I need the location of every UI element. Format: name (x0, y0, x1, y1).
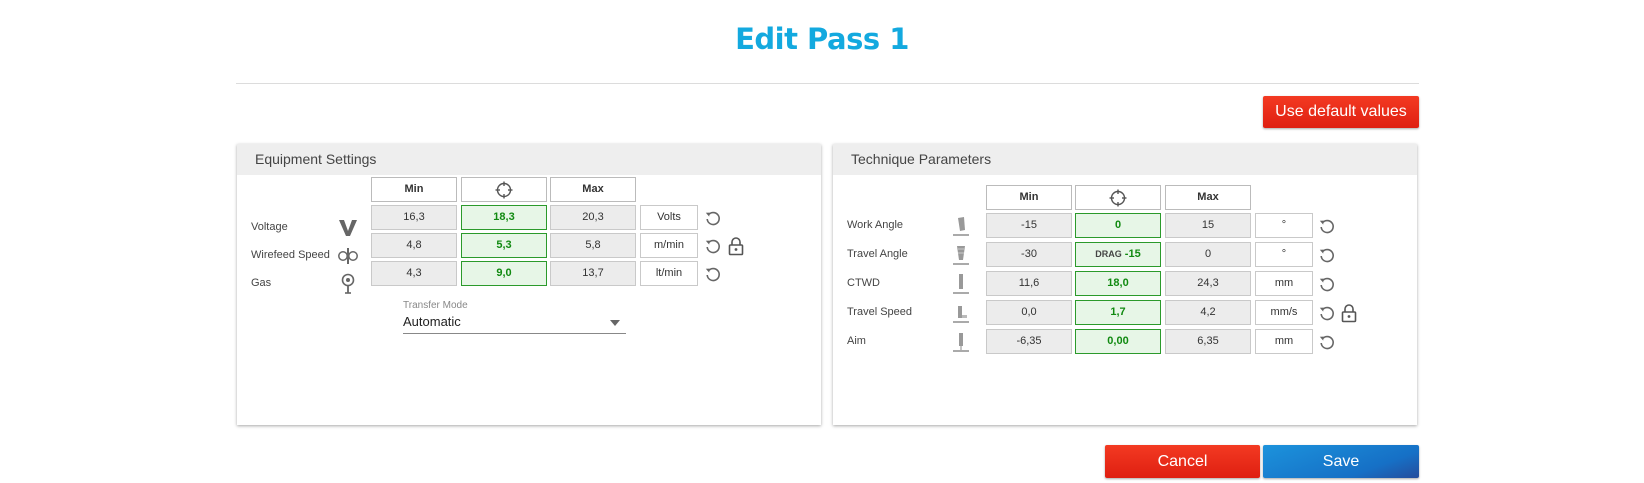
row-label: Work Angle (847, 219, 904, 231)
travel-angle-min-value[interactable]: -30 (986, 242, 1072, 267)
gas-target-value[interactable]: 9,0 (461, 261, 547, 286)
target-prefix: DRAG (1095, 249, 1122, 259)
work-angle-target-value[interactable]: 0 (1075, 213, 1161, 238)
row-label: Travel Speed (847, 306, 913, 318)
target-number: -15 (1124, 248, 1141, 260)
wirefeed-min-value[interactable]: 4,8 (371, 233, 457, 258)
travel-speed-unit: mm/s (1255, 300, 1313, 325)
equipment-col-target-header (461, 177, 547, 202)
save-button[interactable]: Save (1263, 445, 1419, 478)
work-angle-min-value[interactable]: -15 (986, 213, 1072, 238)
gas-max-value[interactable]: 13,7 (550, 261, 636, 286)
reset-icon[interactable] (703, 233, 723, 258)
page-title: Edit Pass 1 (735, 22, 909, 56)
reset-icon[interactable] (1317, 242, 1337, 267)
travel-angle-icon (950, 242, 972, 267)
technique-parameters-panel: Technique Parameters Min Max Work Angle … (833, 144, 1417, 425)
travel-speed-target-value[interactable]: 1,7 (1075, 300, 1161, 325)
aim-min-value[interactable]: -6,35 (986, 329, 1072, 354)
ctwd-max-value[interactable]: 24,3 (1165, 271, 1251, 296)
wirefeed-unit: m/min (640, 233, 698, 258)
travel-angle-target-value[interactable]: DRAG -15 (1075, 242, 1161, 267)
voltage-icon (337, 215, 359, 240)
technique-col-target-header (1075, 185, 1161, 210)
gas-min-value[interactable]: 4,3 (371, 261, 457, 286)
travel-speed-icon (950, 300, 972, 325)
reset-icon[interactable] (703, 261, 723, 286)
use-default-values-button[interactable]: Use default values (1263, 96, 1419, 128)
voltage-target-value[interactable]: 18,3 (461, 205, 547, 230)
reset-icon[interactable] (1317, 213, 1337, 238)
work-angle-unit: ° (1255, 213, 1313, 238)
title-divider (236, 83, 1419, 84)
technique-col-max-header: Max (1165, 185, 1251, 210)
target-number: 18,0 (1107, 277, 1129, 289)
gas-unit: lt/min (640, 261, 698, 286)
aim-target-value[interactable]: 0,00 (1075, 329, 1161, 354)
technique-parameters-header: Technique Parameters (833, 144, 1417, 175)
travel-angle-max-value[interactable]: 0 (1165, 242, 1251, 267)
equipment-settings-panel: Equipment Settings Min Max Voltage 16,3 … (237, 144, 821, 425)
work-angle-icon (950, 213, 972, 238)
target-number: 1,7 (1110, 306, 1126, 318)
lock-icon[interactable] (726, 233, 746, 258)
equipment-settings-header: Equipment Settings (237, 144, 821, 175)
crosshair-icon (495, 181, 513, 199)
ctwd-unit: mm (1255, 271, 1313, 296)
reset-icon[interactable] (1317, 300, 1337, 325)
voltage-max-value[interactable]: 20,3 (550, 205, 636, 230)
target-number: 0,00 (1107, 335, 1129, 347)
gas-icon (337, 271, 359, 296)
row-label: Wirefeed Speed (251, 249, 330, 261)
travel-speed-min-value[interactable]: 0,0 (986, 300, 1072, 325)
transfer-mode-select[interactable]: Automatic (403, 312, 626, 334)
ctwd-min-value[interactable]: 11,6 (986, 271, 1072, 296)
aim-unit: mm (1255, 329, 1313, 354)
travel-speed-max-value[interactable]: 4,2 (1165, 300, 1251, 325)
chevron-down-icon (610, 320, 620, 326)
technique-col-min-header: Min (986, 185, 1072, 210)
cancel-button[interactable]: Cancel (1105, 445, 1260, 478)
row-label: Voltage (251, 221, 288, 233)
ctwd-icon (950, 271, 972, 296)
lock-icon[interactable] (1339, 300, 1359, 325)
row-label: Travel Angle (847, 248, 908, 260)
work-angle-max-value[interactable]: 15 (1165, 213, 1251, 238)
wirefeed-target-value[interactable]: 5,3 (461, 233, 547, 258)
transfer-mode-label: Transfer Mode (403, 300, 468, 311)
row-label: Aim (847, 335, 866, 347)
travel-angle-unit: ° (1255, 242, 1313, 267)
crosshair-icon (1109, 189, 1127, 207)
target-number: 0 (1114, 219, 1122, 231)
wirefeed-max-value[interactable]: 5,8 (550, 233, 636, 258)
row-label: Gas (251, 277, 272, 289)
reset-icon[interactable] (1317, 329, 1337, 354)
reset-icon[interactable] (703, 205, 723, 230)
aim-icon (950, 329, 972, 354)
reset-icon[interactable] (1317, 271, 1337, 296)
voltage-unit: Volts (640, 205, 698, 230)
transfer-mode-value: Automatic (403, 314, 461, 329)
wirefeed-icon (337, 243, 359, 268)
ctwd-target-value[interactable]: 18,0 (1075, 271, 1161, 296)
equipment-col-max-header: Max (550, 177, 636, 202)
equipment-col-min-header: Min (371, 177, 457, 202)
voltage-min-value[interactable]: 16,3 (371, 205, 457, 230)
aim-max-value[interactable]: 6,35 (1165, 329, 1251, 354)
row-label: CTWD (847, 277, 880, 289)
